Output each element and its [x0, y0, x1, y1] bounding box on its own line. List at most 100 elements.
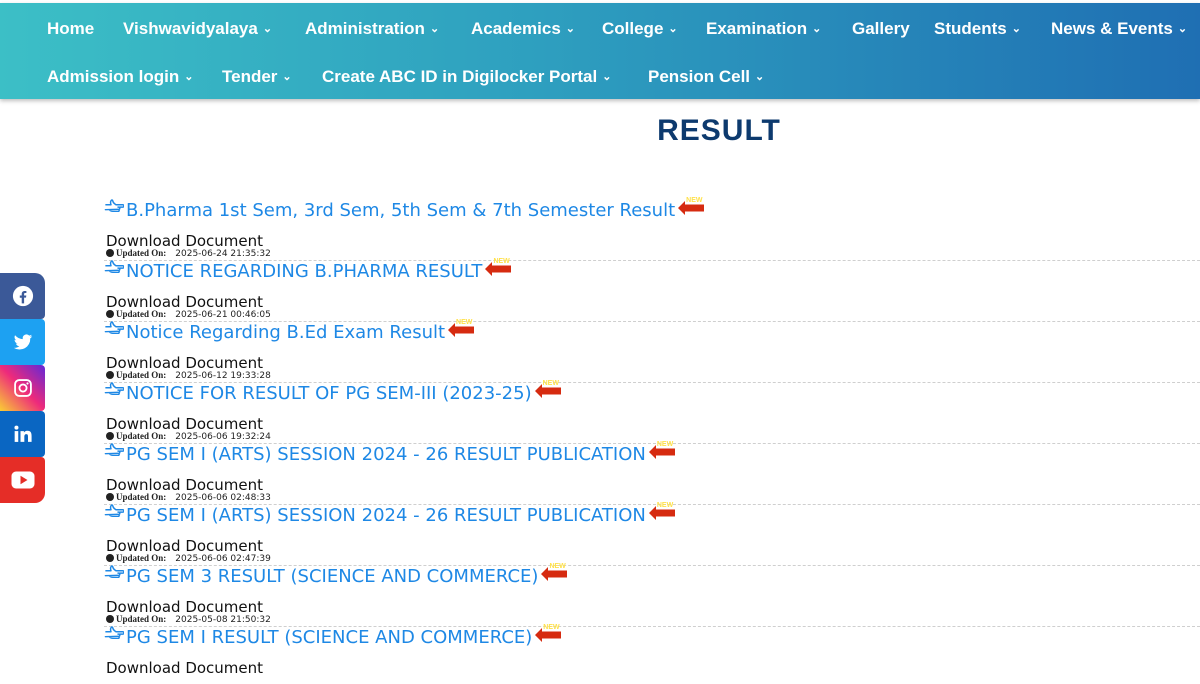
linkedin-icon	[13, 425, 32, 442]
result-item: PG SEM 3 RESULT (SCIENCE AND COMMERCE) NE…	[104, 560, 1200, 627]
result-item: NOTICE REGARDING B.PHARMA RESULT NEW Downl…	[104, 255, 1200, 322]
result-link[interactable]: B.Pharma 1st Sem, 3rd Sem, 5th Sem & 7th…	[104, 194, 705, 226]
chevron-down-icon: ⌄	[429, 23, 440, 35]
chevron-down-icon: ⌄	[282, 71, 292, 83]
new-badge-icon: NEW	[541, 561, 568, 591]
linkedin-link[interactable]	[0, 411, 45, 457]
result-link[interactable]: PG SEM I (ARTS) SESSION 2024 - 26 RESULT…	[104, 440, 675, 470]
chevron-down-icon: ⌄	[755, 71, 765, 83]
result-title: PG SEM 3 RESULT (SCIENCE AND COMMERCE)	[126, 566, 539, 587]
download-document-link[interactable]: Download Document	[106, 659, 263, 677]
hand-point-right-icon	[104, 255, 126, 285]
results-list: B.Pharma 1st Sem, 3rd Sem, 5th Sem & 7th…	[104, 196, 1200, 684]
result-item: PG SEM I (ARTS) SESSION 2024 - 26 RESULT…	[104, 501, 1200, 566]
page-title: RESULT	[657, 114, 781, 147]
nav-home-label: Home	[47, 19, 95, 38]
chevron-down-icon: ⌄	[602, 71, 612, 83]
instagram-icon	[13, 379, 32, 397]
new-badge-icon: NEW	[448, 317, 475, 347]
youtube-icon	[11, 471, 34, 489]
hand-point-right-icon	[104, 316, 126, 346]
nav-pension-cell-label: Pension Cell	[648, 67, 751, 86]
chevron-down-icon: ⌄	[668, 23, 678, 35]
new-badge-icon: NEW	[648, 439, 675, 469]
twitter-icon	[13, 334, 32, 350]
new-badge-label: NEW	[549, 563, 566, 570]
nav-students-label: Students	[934, 19, 1007, 38]
nav-row-2: Admission login ⌄ Tender ⌄ Create ABC ID i…	[0, 53, 1200, 101]
new-badge-label: NEW	[686, 197, 703, 204]
nav-vishwavidyalaya[interactable]: Vishwavidyalaya ⌄	[123, 5, 272, 53]
new-badge-label: NEW	[656, 441, 674, 448]
result-link[interactable]: Notice Regarding B.Ed Exam Result NEW	[104, 316, 475, 348]
new-badge-label: NEW	[656, 502, 674, 509]
chevron-down-icon: ⌄	[184, 71, 194, 83]
new-badge-icon: NEW	[678, 195, 705, 225]
social-sidebar	[0, 273, 45, 503]
facebook-icon	[12, 285, 33, 307]
new-badge-icon: NEW	[534, 378, 561, 408]
result-item: Notice Regarding B.Ed Exam Result NEW Down…	[104, 316, 1200, 383]
new-badge-icon: NEW	[648, 500, 675, 530]
result-item: B.Pharma 1st Sem, 3rd Sem, 5th Sem & 7th…	[104, 194, 1200, 261]
result-title: NOTICE REGARDING B.PHARMA RESULT	[126, 261, 483, 282]
nav-students[interactable]: Students ⌄	[934, 5, 1021, 53]
nav-abc-id-label: Create ABC ID in Digilocker Portal	[322, 67, 598, 86]
hand-point-right-icon	[104, 621, 126, 651]
nav-examination-label: Examination	[706, 19, 808, 38]
hand-point-right-icon	[104, 499, 126, 529]
nav-academics[interactable]: Academics ⌄	[471, 5, 575, 53]
nav-examination[interactable]: Examination ⌄	[706, 5, 821, 53]
nav-home[interactable]: Home	[47, 5, 94, 53]
new-badge-label: NEW	[543, 624, 560, 631]
hand-point-right-icon	[104, 194, 126, 224]
nav-news-events-label: News & Events	[1051, 19, 1173, 38]
hand-point-right-icon	[104, 377, 126, 407]
nav-row-1: Home Vishwavidyalaya ⌄ Administration ⌄ Ac…	[0, 5, 1200, 53]
result-link[interactable]: NOTICE REGARDING B.PHARMA RESULT NEW	[104, 255, 512, 287]
result-title: Notice Regarding B.Ed Exam Result	[126, 322, 446, 343]
chevron-down-icon: ⌄	[1011, 23, 1021, 35]
result-title: PG SEM I (ARTS) SESSION 2024 - 26 RESULT…	[126, 505, 646, 526]
nav-admission-login[interactable]: Admission login ⌄	[47, 53, 193, 101]
nav-academics-label: Academics	[471, 19, 561, 38]
new-badge-icon: NEW	[485, 256, 512, 286]
nav-administration[interactable]: Administration ⌄	[305, 5, 439, 53]
hand-point-right-icon	[104, 438, 126, 468]
new-badge-label: NEW	[456, 319, 473, 326]
result-link[interactable]: PG SEM 3 RESULT (SCIENCE AND COMMERCE) NE…	[104, 560, 568, 592]
twitter-link[interactable]	[0, 319, 45, 365]
nav-administration-label: Administration	[305, 19, 425, 38]
nav-tender-label: Tender	[222, 67, 278, 86]
nav-college[interactable]: College ⌄	[602, 5, 678, 53]
nav-vishwavidyalaya-label: Vishwavidyalaya	[123, 19, 258, 38]
chevron-down-icon: ⌄	[565, 23, 575, 35]
chevron-down-icon: ⌄	[1177, 23, 1188, 35]
hand-point-right-icon	[104, 560, 126, 590]
result-link[interactable]: PG SEM I RESULT (SCIENCE AND COMMERCE) NE…	[104, 621, 562, 653]
result-item: PG SEM I (ARTS) SESSION 2024 - 26 RESULT…	[104, 440, 1200, 505]
result-link[interactable]: PG SEM I (ARTS) SESSION 2024 - 26 RESULT…	[104, 501, 675, 531]
chevron-down-icon: ⌄	[812, 23, 822, 35]
nav-gallery[interactable]: Gallery	[852, 5, 910, 53]
new-badge-label: NEW	[542, 380, 559, 387]
nav-abc-id[interactable]: Create ABC ID in Digilocker Portal ⌄	[322, 53, 611, 101]
nav-college-label: College	[602, 19, 664, 38]
result-title: PG SEM I (ARTS) SESSION 2024 - 26 RESULT…	[126, 444, 646, 465]
nav-gallery-label: Gallery	[852, 19, 910, 38]
nav-news-events[interactable]: News & Events ⌄	[1051, 5, 1187, 53]
nav-pension-cell[interactable]: Pension Cell ⌄	[648, 53, 764, 101]
main-navbar: Home Vishwavidyalaya ⌄ Administration ⌄ Ac…	[0, 3, 1200, 99]
facebook-link[interactable]	[0, 273, 45, 319]
nav-tender[interactable]: Tender ⌄	[222, 53, 292, 101]
result-link[interactable]: NOTICE FOR RESULT OF PG SEM-III (2023-25…	[104, 379, 561, 409]
chevron-down-icon: ⌄	[262, 23, 273, 35]
result-title: B.Pharma 1st Sem, 3rd Sem, 5th Sem & 7th…	[126, 200, 676, 221]
new-badge-label: NEW	[493, 258, 510, 265]
instagram-link[interactable]	[0, 365, 45, 411]
result-title: NOTICE FOR RESULT OF PG SEM-III (2023-25…	[126, 383, 532, 404]
result-title: PG SEM I RESULT (SCIENCE AND COMMERCE)	[126, 627, 533, 648]
result-item: NOTICE FOR RESULT OF PG SEM-III (2023-25…	[104, 379, 1200, 444]
youtube-link[interactable]	[0, 457, 45, 503]
new-badge-icon: NEW	[535, 622, 562, 652]
